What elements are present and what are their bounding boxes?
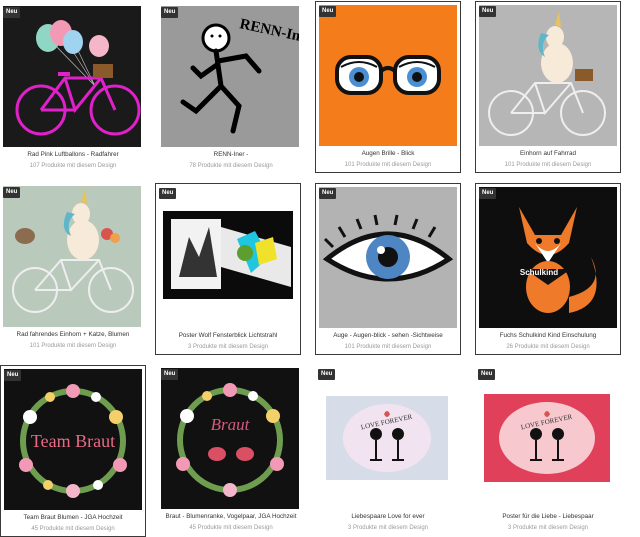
product-card-auge[interactable]: Neu Auge - Augen-blick - sehen -Sichtwei…: [315, 183, 461, 355]
product-image[interactable]: [3, 186, 141, 327]
product-image[interactable]: LOVE FOREVER: [478, 368, 616, 509]
flower-wreath-illustration: Team Braut: [19, 384, 127, 498]
unicorn-bicycle-illustration: [488, 11, 606, 136]
new-badge: Neu: [479, 6, 497, 17]
new-badge: Neu: [479, 188, 497, 199]
product-count: 78 Produkte mit diesem Design: [189, 163, 273, 169]
product-image[interactable]: [319, 5, 457, 146]
product-image[interactable]: Schulkind: [479, 187, 617, 328]
product-count: 45 Produkte mit diesem Design: [31, 526, 115, 532]
product-title[interactable]: Poster für die Liebe - Liebespaar: [475, 513, 621, 520]
product-count: 3 Produkte mit diesem Design: [347, 525, 429, 531]
art-text: Braut: [211, 415, 251, 434]
love-forever-poster-red-illustration: LOVE FOREVER: [484, 394, 610, 482]
product-count: 101 Produkte mit diesem Design: [29, 343, 117, 349]
bicycle-balloons-illustration: [15, 20, 141, 136]
product-title[interactable]: Liebespaare Love for ever: [315, 513, 461, 520]
new-badge: Neu: [318, 369, 336, 380]
product-card-renn-iner[interactable]: RENN-Iner Neu RENN-Iner - 78 Produkte mi…: [158, 3, 304, 175]
product-card-einhorn-katze[interactable]: Neu Rad fahrendes Einhorn + Katze, Blume…: [0, 183, 146, 355]
product-count: 101 Produkte mit diesem Design: [344, 162, 432, 168]
art-text: Team Braut: [31, 431, 115, 451]
new-badge: Neu: [161, 7, 179, 18]
product-title[interactable]: Braut - Blumenranke, Vogelpaar, JGA Hoch…: [158, 513, 304, 520]
product-title[interactable]: RENN-Iner -: [158, 151, 304, 158]
product-card-einhorn-fahrrad[interactable]: Neu Einhorn auf Fahrrad 101 Produkte mit…: [475, 1, 621, 173]
wolf-window-poster-illustration: [163, 211, 293, 299]
product-count: 26 Produkte mit diesem Design: [506, 344, 590, 350]
new-badge: Neu: [478, 369, 496, 380]
product-card-poster-liebe[interactable]: LOVE FOREVER Neu Poster für die Liebe - …: [475, 365, 621, 537]
fox-schulkind-illustration: Schulkind: [519, 207, 597, 313]
product-title[interactable]: Rad Pink Luftballons - Radfahrer: [0, 151, 146, 158]
product-title[interactable]: Auge - Augen-blick - sehen -Sichtweise: [316, 332, 460, 339]
new-badge: Neu: [319, 188, 337, 199]
product-card-augen-brille[interactable]: Neu Augen Brille - Blick 101 Produkte mi…: [315, 1, 461, 173]
new-badge: Neu: [3, 7, 21, 18]
flower-wreath-birds-illustration: Braut: [176, 383, 284, 497]
new-badge: Neu: [159, 188, 177, 199]
eyes-glasses-illustration: [335, 55, 441, 95]
art-text: RENN-Iner: [238, 16, 299, 47]
running-stickman-illustration: RENN-Iner: [180, 16, 299, 134]
product-title[interactable]: Einhorn auf Fahrrad: [476, 150, 620, 157]
product-image[interactable]: [479, 5, 617, 146]
product-count: 3 Produkte mit diesem Design: [507, 525, 589, 531]
product-count: 101 Produkte mit diesem Design: [344, 344, 432, 350]
product-image[interactable]: RENN-Iner: [161, 6, 299, 147]
product-image[interactable]: Team Braut: [4, 369, 142, 510]
product-card-poster-wolf[interactable]: Neu Poster Wolf Fensterblick Lichtstrahl…: [155, 183, 301, 355]
product-image[interactable]: [3, 6, 141, 147]
product-image[interactable]: [159, 187, 297, 328]
love-forever-poster-blue-illustration: LOVE FOREVER: [326, 396, 448, 480]
new-badge: Neu: [4, 370, 22, 381]
product-title[interactable]: Team Braut Blumen - JGA Hochzeit: [1, 514, 145, 521]
product-title[interactable]: Rad fahrendes Einhorn + Katze, Blumen: [0, 331, 146, 338]
product-count: 107 Produkte mit diesem Design: [29, 163, 117, 169]
product-card-liebespaare[interactable]: LOVE FOREVER Neu Liebespaare Love for ev…: [315, 365, 461, 537]
product-count: 45 Produkte mit diesem Design: [189, 525, 273, 531]
unicorn-cat-bicycle-illustration: [12, 188, 134, 313]
product-title[interactable]: Augen Brille - Blick: [316, 150, 460, 157]
new-badge: Neu: [319, 6, 337, 17]
product-card-braut[interactable]: Braut Neu Braut - Blumenranke, Vogelpaar…: [158, 365, 304, 537]
product-title[interactable]: Poster Wolf Fensterblick Lichtstrahl: [156, 332, 300, 339]
new-badge: Neu: [3, 187, 21, 198]
product-card-rad-pink[interactable]: Neu Rad Pink Luftballons - Radfahrer 107…: [0, 3, 146, 175]
art-text: Schulkind: [520, 268, 558, 277]
new-badge: Neu: [161, 369, 179, 380]
product-card-fuchs[interactable]: Schulkind Neu Fuchs Schulkind Kind Einsc…: [475, 183, 621, 355]
product-image[interactable]: [319, 187, 457, 328]
product-count: 3 Produkte mit diesem Design: [187, 344, 269, 350]
product-count: 101 Produkte mit diesem Design: [504, 162, 592, 168]
product-image[interactable]: Braut: [161, 368, 299, 509]
eye-closeup-illustration: [322, 214, 454, 282]
product-image[interactable]: LOVE FOREVER: [318, 368, 456, 509]
product-title[interactable]: Fuchs Schulkind Kind Einschulung: [476, 332, 620, 339]
product-card-team-braut[interactable]: Team Braut Neu Team Braut Blumen - JGA H…: [0, 365, 146, 537]
